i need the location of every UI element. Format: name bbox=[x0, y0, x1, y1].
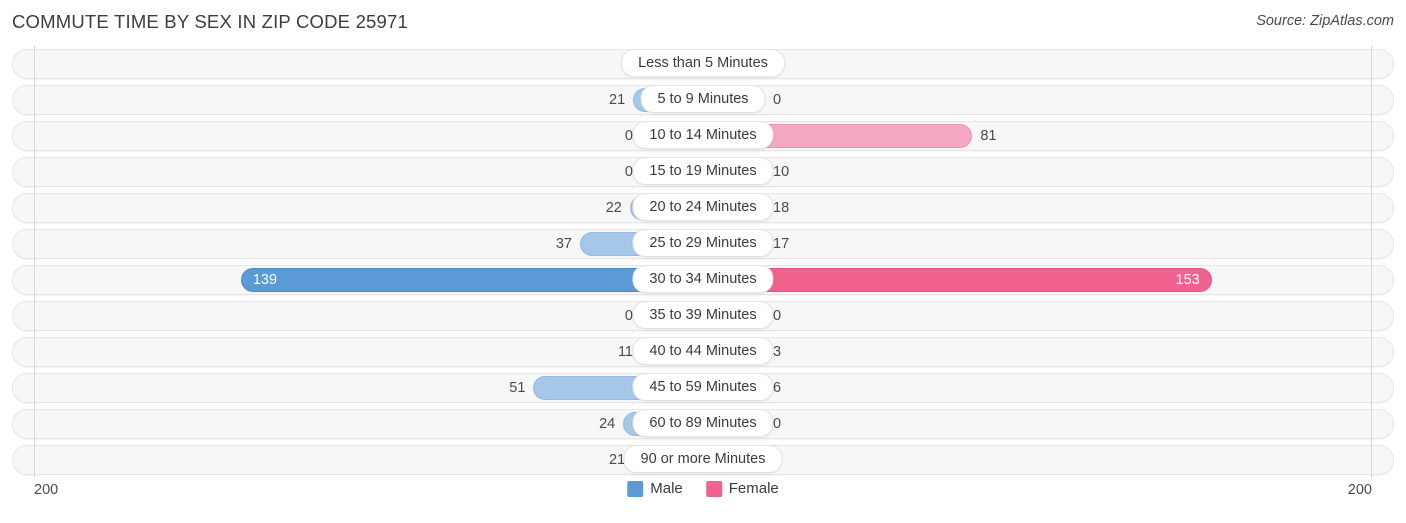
category-label-pill: 60 to 89 Minutes bbox=[632, 409, 774, 437]
male-value-label: 21 bbox=[609, 92, 626, 108]
male-half: 0 bbox=[12, 121, 703, 151]
male-value-label: 11 bbox=[617, 344, 633, 360]
legend-item-female[interactable]: Female bbox=[705, 480, 779, 497]
male-value-label: 139 bbox=[252, 272, 278, 288]
table-row[interactable]: 21090 or more Minutes bbox=[12, 442, 1394, 478]
female-half: 6 bbox=[703, 373, 1394, 403]
female-half: 0 bbox=[703, 445, 1394, 475]
male-value-label: 37 bbox=[555, 236, 572, 252]
female-half: 0 bbox=[703, 49, 1394, 79]
male-value-label: 22 bbox=[605, 200, 622, 216]
category-label-pill: 20 to 24 Minutes bbox=[632, 193, 774, 221]
female-value-label: 10 bbox=[773, 164, 790, 180]
male-half: 21 bbox=[12, 85, 703, 115]
axis-tick-left: 200 bbox=[34, 482, 59, 498]
chart-legend: Male Female bbox=[627, 480, 779, 497]
category-label-pill: 5 to 9 Minutes bbox=[640, 85, 766, 113]
male-value-label: 51 bbox=[509, 380, 526, 396]
female-half: 3 bbox=[703, 337, 1394, 367]
table-row[interactable]: 139 153 30 to 34 Minutes bbox=[12, 262, 1394, 298]
female-half: 0 bbox=[703, 85, 1394, 115]
table-row[interactable]: 21 0 5 to 9 Minutes bbox=[12, 82, 1394, 118]
category-label-pill: 25 to 29 Minutes bbox=[632, 229, 774, 257]
female-half: 18 bbox=[703, 193, 1394, 223]
commute-time-chart: COMMUTE TIME BY SEX IN ZIP CODE 25971 So… bbox=[0, 0, 1406, 523]
female-half: 10 bbox=[703, 157, 1394, 187]
category-label-pill: 90 or more Minutes bbox=[623, 445, 783, 473]
male-half: 37 bbox=[12, 229, 703, 259]
legend-label-female: Female bbox=[728, 480, 779, 497]
table-row[interactable]: 51 6 45 to 59 Minutes bbox=[12, 370, 1394, 406]
female-bar[interactable] bbox=[703, 268, 1212, 292]
female-value-label: 17 bbox=[773, 236, 790, 252]
table-row[interactable]: 37 17 25 to 29 Minutes bbox=[12, 226, 1394, 262]
female-value-label: 0 bbox=[773, 92, 782, 108]
male-half: 0 bbox=[12, 157, 703, 187]
male-half: 24 bbox=[12, 409, 703, 439]
table-row[interactable]: 0 0 35 to 39 Minutes bbox=[12, 298, 1394, 334]
table-row[interactable]: 24 0 60 to 89 Minutes bbox=[12, 406, 1394, 442]
male-half: 22 bbox=[12, 193, 703, 223]
female-value-label: 18 bbox=[773, 200, 790, 216]
male-half: 0 bbox=[12, 301, 703, 331]
category-label-pill: 10 to 14 Minutes bbox=[632, 121, 774, 149]
female-color-swatch bbox=[705, 480, 722, 497]
category-label-pill: 15 to 19 Minutes bbox=[632, 157, 774, 185]
chart-footer: 200 Male Female 200 bbox=[12, 478, 1394, 518]
male-half: 51 bbox=[12, 373, 703, 403]
chart-header: COMMUTE TIME BY SEX IN ZIP CODE 25971 So… bbox=[0, 0, 1406, 46]
male-value-label: 24 bbox=[599, 416, 616, 432]
female-half: 17 bbox=[703, 229, 1394, 259]
female-half: 0 bbox=[703, 409, 1394, 439]
legend-item-male[interactable]: Male bbox=[627, 480, 683, 497]
male-half: 11 bbox=[12, 337, 703, 367]
category-label-pill: Less than 5 Minutes bbox=[621, 49, 785, 77]
table-row[interactable]: 00Less than 5 Minutes bbox=[12, 46, 1394, 82]
male-half: 0 bbox=[12, 49, 703, 79]
page-title: COMMUTE TIME BY SEX IN ZIP CODE 25971 bbox=[12, 11, 409, 32]
female-value-label: 81 bbox=[980, 128, 997, 144]
table-row[interactable]: 11 3 40 to 44 Minutes bbox=[12, 334, 1394, 370]
female-half: 153 bbox=[703, 265, 1394, 295]
axis-tick-right: 200 bbox=[1347, 482, 1372, 498]
category-label-pill: 35 to 39 Minutes bbox=[632, 301, 774, 329]
male-color-swatch bbox=[627, 480, 644, 497]
female-value-label: 3 bbox=[773, 344, 782, 360]
table-row[interactable]: 22 18 20 to 24 Minutes bbox=[12, 190, 1394, 226]
table-row[interactable]: 0 10 15 to 19 Minutes bbox=[12, 154, 1394, 190]
legend-label-male: Male bbox=[650, 480, 683, 497]
female-value-label: 0 bbox=[773, 308, 782, 324]
male-half: 21 bbox=[12, 445, 703, 475]
female-value-label: 153 bbox=[1175, 272, 1200, 288]
male-half: 139 bbox=[12, 265, 703, 295]
category-label-pill: 40 to 44 Minutes bbox=[632, 337, 774, 365]
category-label-pill: 45 to 59 Minutes bbox=[632, 373, 774, 401]
category-label-pill: 30 to 34 Minutes bbox=[632, 265, 774, 293]
chart-plot-area: 00Less than 5 Minutes2105 to 9 Minutes08… bbox=[12, 46, 1394, 478]
table-row[interactable]: 0 81 10 to 14 Minutes bbox=[12, 118, 1394, 154]
female-value-label: 0 bbox=[773, 416, 782, 432]
source-attribution: Source: ZipAtlas.com bbox=[1256, 13, 1394, 29]
female-half: 81 bbox=[703, 121, 1394, 151]
female-half: 0 bbox=[703, 301, 1394, 331]
female-value-label: 6 bbox=[773, 380, 782, 396]
